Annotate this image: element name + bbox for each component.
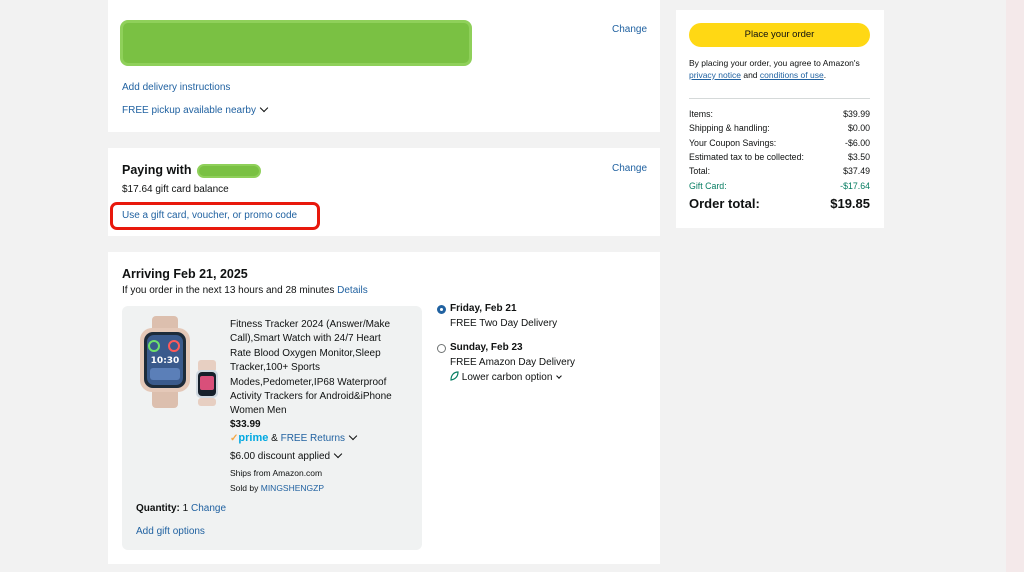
arriving-card: Arriving Feb 21, 2025 If you order in th…: [108, 252, 660, 564]
summary-divider: [689, 98, 870, 99]
product-title-line: Fitness Tracker 2024 (Answer/Make: [230, 319, 391, 330]
summary-value: -$6.00: [845, 138, 870, 148]
delivery-option-desc: FREE Two Day Delivery: [450, 318, 558, 329]
chevron-down-icon: [259, 103, 269, 113]
product-title-line: Tracker,100+ Sports: [230, 362, 320, 374]
quantity-label: Quantity:: [136, 503, 180, 514]
delivery-option-desc: FREE Amazon Day Delivery: [450, 357, 576, 368]
delivery-option-day[interactable]: Sunday, Feb 23: [450, 342, 523, 353]
prime-logo: prime: [238, 432, 269, 444]
chevron-down-icon: [333, 449, 343, 459]
arriving-heading: Arriving Feb 21, 2025: [122, 267, 248, 281]
privacy-notice-link[interactable]: privacy notice: [689, 70, 741, 80]
discount-text: $6.00 discount applied: [230, 451, 331, 462]
product-title-line: Women Men: [230, 405, 287, 417]
summary-label: Items:: [689, 109, 713, 119]
seller-link[interactable]: MINGSHENGZP: [261, 483, 324, 493]
gift-card-balance: $17.64 gift card balance: [122, 184, 229, 195]
order-countdown: If you order in the next 13 hours and 28…: [122, 285, 335, 296]
details-link[interactable]: Details: [337, 285, 368, 296]
shipping-address-card: Change Add delivery instructions FREE pi…: [108, 0, 660, 132]
summary-value: -$17.64: [840, 181, 870, 191]
chevron-down-icon[interactable]: [348, 431, 358, 441]
conditions-of-use-link[interactable]: conditions of use: [760, 70, 824, 80]
summary-value: $3.50: [847, 152, 870, 162]
quantity-change-link[interactable]: Change: [191, 503, 226, 514]
chevron-down-icon: [556, 373, 563, 379]
product-title-line: Modes,Pedometer,IP68 Waterproof: [230, 376, 387, 388]
redacted-payment-method: [196, 163, 261, 178]
product-title-line: Call),Smart Watch with 24/7 Heart: [230, 333, 381, 345]
free-pickup-label: FREE pickup available nearby: [122, 105, 256, 116]
lower-carbon-label: Lower carbon option: [461, 372, 553, 383]
product-title-line: Rate Blood Oxygen Monitor,Sleep: [230, 347, 381, 359]
address-change-link[interactable]: Change: [612, 24, 647, 35]
place-order-button[interactable]: Place your order: [689, 23, 870, 47]
summary-value: $0.00: [847, 123, 870, 133]
discount-applied[interactable]: $6.00 discount applied: [230, 449, 343, 462]
paying-with-heading: Paying with: [122, 163, 192, 177]
product-title-line: Activity Trackers for Android&iPhone: [230, 391, 392, 403]
add-gift-options-link[interactable]: Add gift options: [136, 526, 205, 537]
summary-label: Shipping & handling:: [689, 123, 770, 133]
summary-row-items: Items: $39.99: [689, 109, 870, 119]
payment-change-link[interactable]: Change: [612, 163, 647, 174]
summary-label: Estimated tax to be collected:: [689, 152, 804, 162]
payment-card: Paying with Change $17.64 gift card bala…: [108, 148, 660, 236]
summary-value: $37.49: [843, 166, 870, 176]
product-title[interactable]: Fitness Tracker 2024 (Answer/Make Call),…: [230, 318, 392, 419]
agreement-line: By placing your order, you agree to Amaz…: [689, 58, 860, 68]
order-total-value: $19.85: [830, 196, 870, 211]
leaf-icon: [450, 371, 459, 381]
agreement-period: .: [823, 70, 827, 80]
watch-time-text: 10:30: [151, 356, 180, 366]
radio-selected-icon[interactable]: [437, 305, 446, 314]
product-price: $33.99: [230, 419, 261, 430]
order-summary-card: Place your order By placing your order, …: [676, 10, 884, 228]
summary-row-total: Total: $37.49: [689, 166, 870, 176]
smartwatch-image[interactable]: 10:30: [136, 316, 224, 408]
product-box: 10:30 Fitness Tracker 2024 (Answer/Make …: [122, 306, 422, 550]
ships-from: Ships from Amazon.com: [230, 468, 323, 478]
summary-value: $39.99: [843, 109, 870, 119]
summary-row-shipping: Shipping & handling: $0.00: [689, 123, 870, 133]
summary-label: Your Coupon Savings:: [689, 138, 777, 148]
sold-by-label: Sold by: [230, 483, 259, 493]
right-edge-panel: [1006, 0, 1024, 572]
agreement-and: and: [743, 70, 758, 80]
summary-row-gift-card: Gift Card: -$17.64: [689, 181, 870, 191]
agreement-text: By placing your order, you agree to Amaz…: [689, 57, 860, 81]
order-total-row: Order total: $19.85: [689, 196, 870, 211]
promo-code-link[interactable]: Use a gift card, voucher, or promo code: [122, 210, 297, 221]
summary-label: Gift Card:: [689, 181, 727, 191]
add-delivery-instructions-link[interactable]: Add delivery instructions: [122, 82, 230, 93]
free-returns-link[interactable]: FREE Returns: [281, 433, 345, 444]
summary-label: Total:: [689, 166, 711, 176]
delivery-option-day[interactable]: Friday, Feb 21: [450, 303, 517, 314]
free-pickup-link[interactable]: FREE pickup available nearby: [122, 103, 269, 116]
order-total-label: Order total:: [689, 196, 760, 211]
summary-row-tax: Estimated tax to be collected: $3.50: [689, 152, 870, 162]
lower-carbon-option[interactable]: Lower carbon option: [450, 371, 563, 383]
radio-unselected-icon[interactable]: [437, 344, 446, 353]
prime-amp: &: [271, 433, 278, 444]
quantity-value: 1: [182, 503, 189, 514]
summary-row-coupon: Your Coupon Savings: -$6.00: [689, 138, 870, 148]
redacted-address: [120, 20, 472, 66]
